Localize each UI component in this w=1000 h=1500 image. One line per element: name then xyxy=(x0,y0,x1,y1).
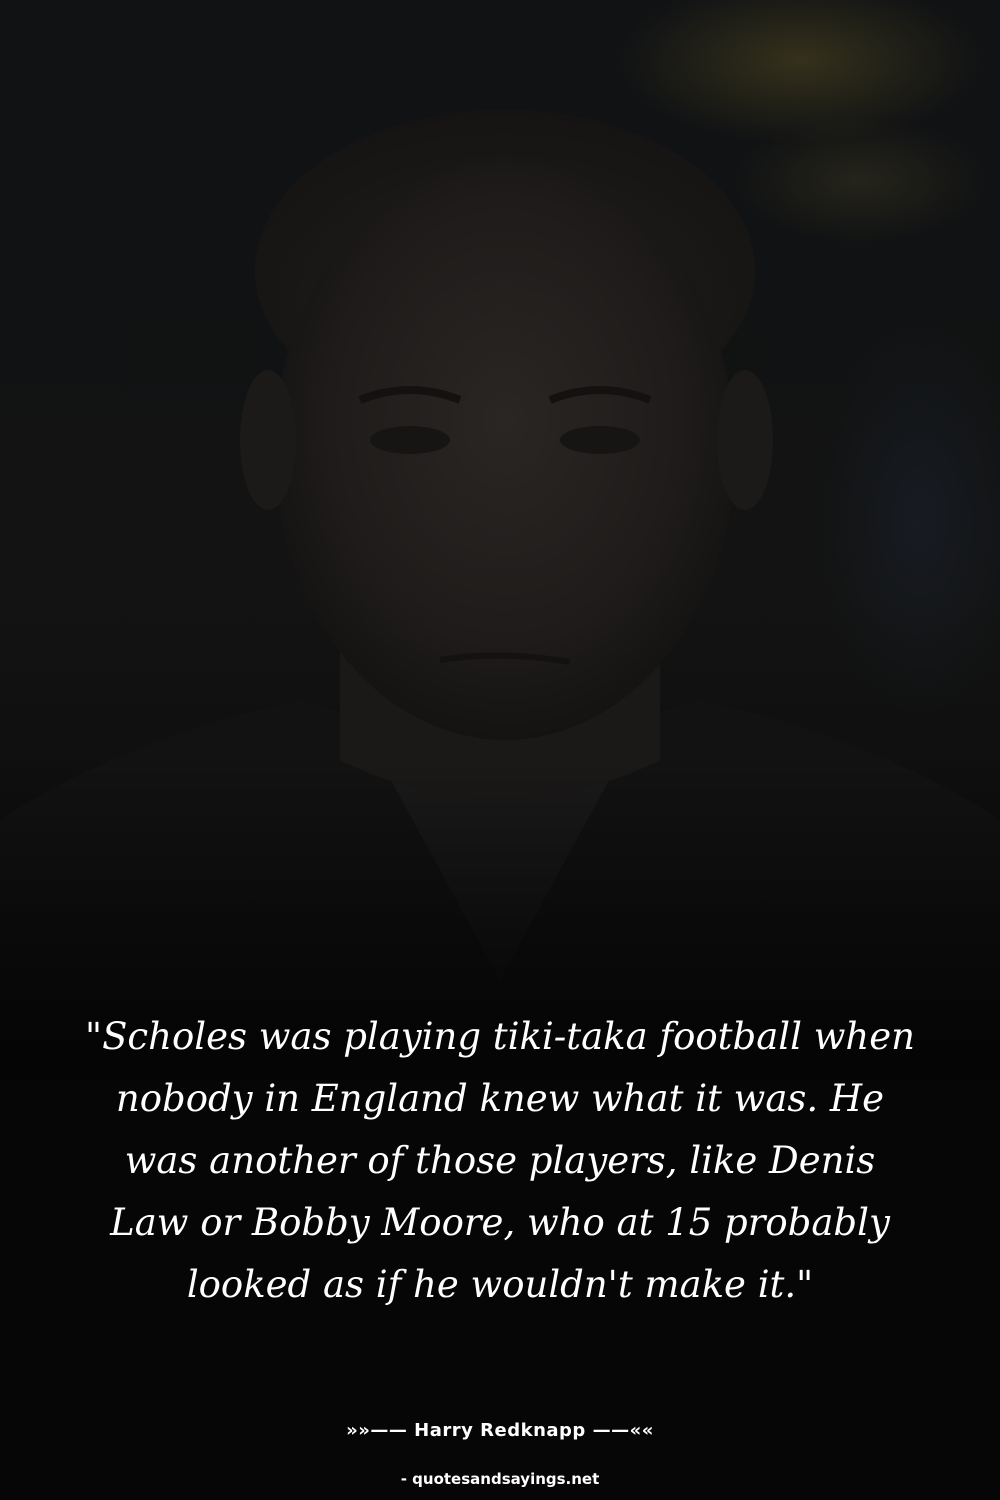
quote-text: "Scholes was playing tiki-taka football … xyxy=(85,1015,915,1306)
source-credit: - quotesandsayings.net xyxy=(400,1470,600,1488)
quote-card: "Scholes was playing tiki-taka football … xyxy=(0,0,1000,1500)
quote-author: »»—— Harry Redknapp ——«« xyxy=(346,1420,654,1441)
